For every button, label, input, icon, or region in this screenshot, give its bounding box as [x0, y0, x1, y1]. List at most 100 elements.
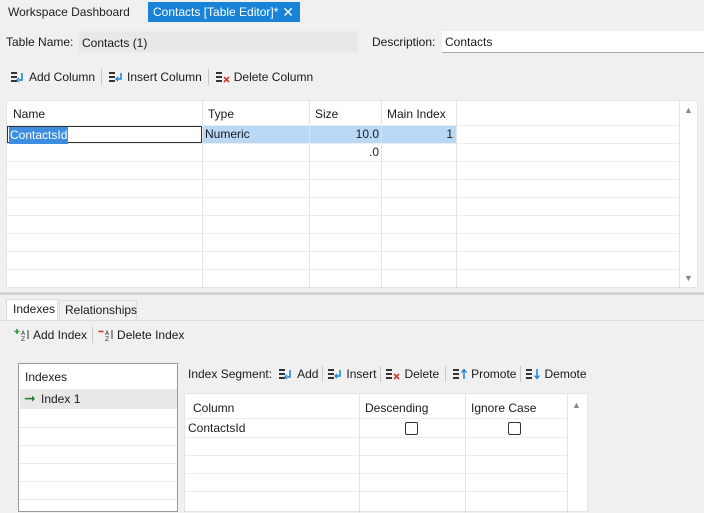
toolbar-separator [207, 69, 209, 85]
toolbar-separator [445, 366, 447, 382]
insert-column-button[interactable]: Insert Column [108, 67, 202, 87]
insert-column-label: Insert Column [127, 70, 202, 84]
index-toolbar: AZ Add Index AZ Delete Index [14, 325, 184, 345]
grid-row-divider [185, 437, 567, 438]
segment-insert-button[interactable]: Insert [327, 364, 376, 384]
arrow-right-icon: ➞ [24, 390, 36, 406]
delete-index-icon: AZ [98, 328, 114, 343]
segment-promote-label: Promote [471, 367, 517, 381]
toolbar-separator [520, 366, 522, 382]
segment-header-ignore-case[interactable]: Ignore Case [471, 401, 536, 415]
table-name-field[interactable]: Contacts (1) [78, 31, 358, 53]
descending-checkbox[interactable] [405, 422, 418, 435]
segment-header-column[interactable]: Column [193, 401, 234, 415]
list-divider [19, 499, 177, 500]
segment-column-cell[interactable]: ContactsId [188, 420, 245, 437]
add-icon [278, 367, 294, 381]
delete-index-button[interactable]: AZ Delete Index [98, 325, 184, 345]
add-column-label: Add Column [29, 70, 96, 84]
list-divider [19, 408, 177, 409]
indexes-list-header: Indexes [25, 370, 68, 384]
delete-column-icon [215, 70, 231, 84]
delete-icon [385, 367, 401, 381]
grid-row-divider [7, 161, 679, 162]
grid-row-divider [7, 215, 679, 216]
column-name-editor[interactable]: ContactsId [9, 127, 69, 144]
list-divider [19, 427, 177, 428]
segment-add-button[interactable]: Add [278, 364, 318, 384]
insert-icon [327, 367, 343, 381]
tab-workspace-dashboard[interactable]: Workspace Dashboard [8, 2, 130, 22]
demote-icon [525, 367, 541, 381]
grid-row-divider [185, 491, 567, 492]
grid-row-divider [7, 233, 679, 234]
tab-contacts-table-editor[interactable]: Contacts [Table Editor]* ✕ [148, 2, 300, 22]
close-icon[interactable]: ✕ [282, 2, 294, 22]
tab-baseline [0, 320, 704, 321]
indexes-list: Indexes ➞ Index 1 [18, 363, 178, 512]
segment-header-descending[interactable]: Descending [365, 401, 428, 415]
ignore-case-checkbox[interactable] [508, 422, 521, 435]
list-item-index-1[interactable]: ➞ Index 1 [20, 390, 177, 408]
table-row-name-cell[interactable]: ContactsId [7, 126, 202, 144]
delete-column-label: Delete Column [233, 70, 314, 84]
segment-demote-label: Demote [544, 367, 587, 381]
table-row-main-index-cell[interactable]: 1 [382, 126, 456, 143]
toolbar-separator [101, 69, 103, 85]
index-segment-label: Index Segment: [188, 367, 273, 381]
tab-contacts-label: Contacts [Table Editor]* [153, 5, 279, 19]
table-name-label: Table Name: [6, 35, 74, 49]
grid-row-divider [185, 473, 567, 474]
column-toolbar: Add Column Insert Column Delete Column [10, 67, 313, 87]
segment-toolbar: Index Segment: Add Insert Delete Promote… [188, 364, 587, 384]
delete-column-button[interactable]: Delete Column [215, 67, 313, 87]
promote-icon [452, 367, 468, 381]
segment-promote-button[interactable]: Promote [452, 364, 516, 384]
segment-delete-label: Delete [404, 367, 440, 381]
panel-splitter[interactable] [0, 292, 704, 295]
add-index-label: Add Index [33, 328, 88, 342]
grid-row-divider [7, 179, 679, 180]
add-column-button[interactable]: Add Column [10, 67, 95, 87]
column-header-size[interactable]: Size [315, 107, 338, 121]
column-header-type[interactable]: Type [208, 107, 234, 121]
grid-scroll-divider [679, 101, 680, 287]
document-tab-bar: Workspace Dashboard Contacts [Table Edit… [0, 0, 704, 24]
table-row-size-cell[interactable]: 10.0 [310, 126, 381, 143]
list-divider [19, 445, 177, 446]
tab-relationships[interactable]: Relationships [59, 300, 137, 320]
grid-col-divider [456, 101, 457, 287]
grid-scroll-divider [567, 394, 568, 513]
delete-index-label: Delete Index [117, 328, 185, 342]
table-row-type-cell[interactable]: Numeric [203, 126, 309, 143]
tab-indexes[interactable]: Indexes [6, 299, 58, 320]
segment-delete-button[interactable]: Delete [385, 364, 439, 384]
grid-row-divider [185, 418, 567, 419]
svg-text:Z: Z [105, 336, 109, 342]
scroll-up-icon[interactable]: ▲ [684, 105, 693, 115]
grid-col-divider [359, 394, 360, 513]
insert-column-icon [108, 70, 124, 84]
description-field[interactable]: Contacts [442, 31, 704, 53]
segment-insert-label: Insert [346, 367, 377, 381]
tab-relationships-label: Relationships [65, 303, 138, 317]
list-divider [19, 481, 177, 482]
add-index-icon: AZ [14, 328, 30, 343]
add-index-button[interactable]: AZ Add Index [14, 325, 87, 345]
toolbar-separator [92, 327, 94, 343]
scroll-down-icon[interactable]: ▼ [684, 273, 693, 283]
scroll-up-icon[interactable]: ▲ [572, 400, 581, 410]
list-divider [19, 463, 177, 464]
index-name-label: Index 1 [41, 392, 81, 406]
grid-row-divider [185, 455, 567, 456]
grid-row-divider [7, 251, 679, 252]
segment-add-label: Add [297, 367, 319, 381]
segment-demote-button[interactable]: Demote [525, 364, 587, 384]
grid-row-divider [7, 197, 679, 198]
column-header-main-index[interactable]: Main Index [387, 107, 446, 121]
column-header-name[interactable]: Name [13, 107, 45, 121]
grid-col-divider [465, 394, 466, 513]
grid-row-divider [7, 269, 679, 270]
table-row-size-cell[interactable]: .0 [310, 144, 381, 161]
segment-grid: Column Descending Ignore Case ContactsId… [184, 393, 588, 513]
